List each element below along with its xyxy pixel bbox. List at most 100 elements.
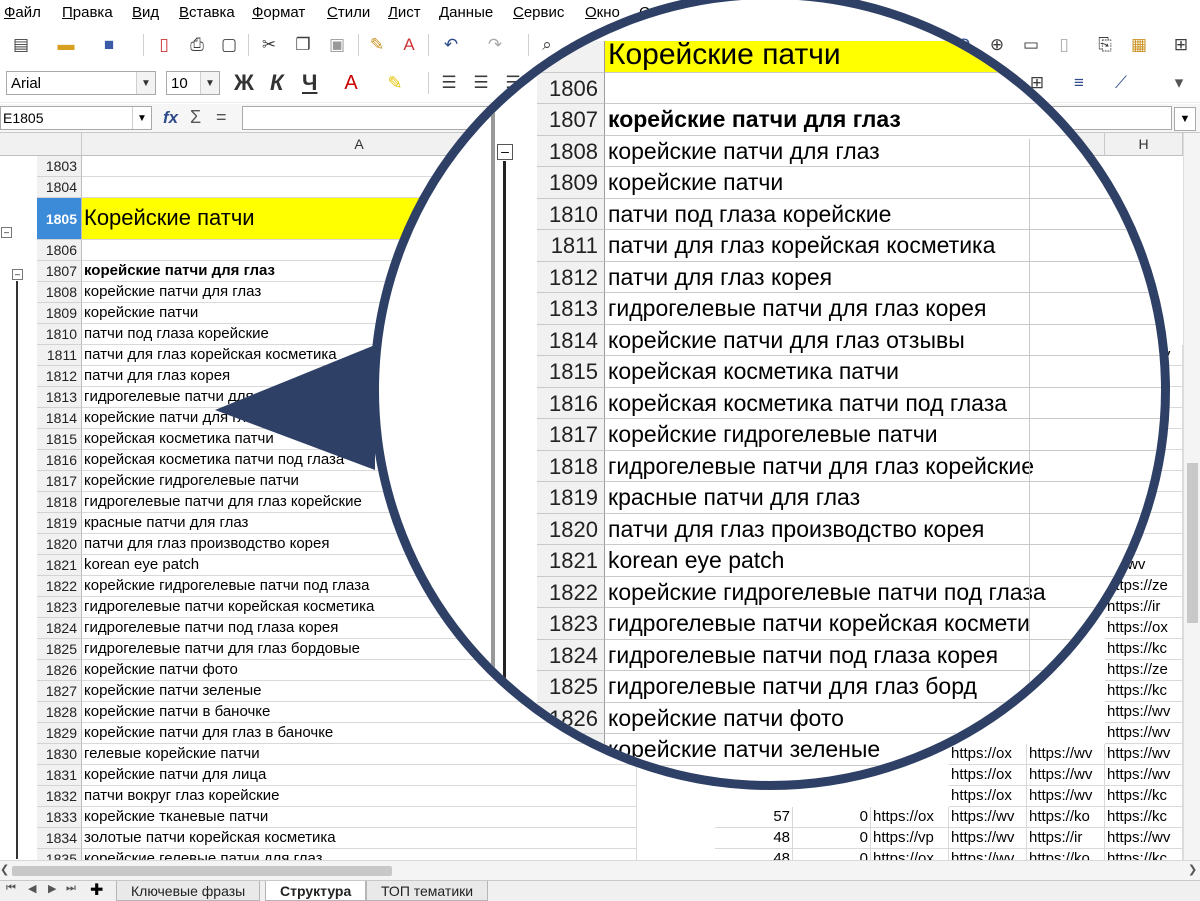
row-header[interactable]: 1819 <box>37 513 82 534</box>
row-header[interactable]: 1834 <box>37 828 82 849</box>
chevron-down-icon[interactable]: ▼ <box>200 72 219 94</box>
row-header[interactable]: 1824 <box>37 618 82 639</box>
menu-file[interactable]: Файл <box>4 4 41 21</box>
row-header[interactable]: 1822 <box>37 576 82 597</box>
scrollbar-thumb[interactable] <box>1187 463 1198 623</box>
cell-d[interactable]: 48 <box>715 828 793 849</box>
clone-formatting-icon[interactable]: ✎ <box>366 34 388 56</box>
horizontal-scrollbar[interactable]: ❮ ❯ <box>0 860 1200 881</box>
row-header[interactable]: 1832 <box>37 786 82 807</box>
save-icon[interactable]: ■ <box>98 34 120 56</box>
new-document-icon[interactable]: ▤ <box>10 34 32 56</box>
menu-styles[interactable]: Стили <box>327 4 370 21</box>
cell-h[interactable]: https://ko <box>1027 849 1105 860</box>
cell-g[interactable]: https://ox <box>949 765 1027 786</box>
cell-d[interactable]: 57 <box>715 807 793 828</box>
menu-format[interactable]: Формат <box>252 4 305 21</box>
undo-icon[interactable]: ↶ <box>440 34 462 56</box>
sum-icon[interactable]: Σ <box>190 107 201 128</box>
cell-f[interactable]: https://vp <box>871 828 949 849</box>
cell-a[interactable]: золотые патчи корейская косметика <box>82 828 637 849</box>
chevron-down-icon[interactable]: ▼ <box>132 107 151 129</box>
row-header[interactable]: 1820 <box>37 534 82 555</box>
cell-a[interactable]: корейские гелевые патчи для глаз <box>82 849 637 860</box>
cell-h[interactable]: https://wv <box>1027 786 1105 807</box>
cell-e[interactable]: 0 <box>793 828 871 849</box>
print-icon[interactable]: ⎙ <box>186 34 208 56</box>
row-header[interactable]: 1813 <box>37 387 82 408</box>
cell-i[interactable]: https://kc <box>1105 786 1183 807</box>
cell-a[interactable]: корейские патчи для лица <box>82 765 637 786</box>
sheet-tab-structure[interactable]: Структура <box>265 881 367 901</box>
add-sheet-icon[interactable]: ✚ <box>90 880 103 900</box>
row-header[interactable]: 1829 <box>37 723 82 744</box>
row-header[interactable]: 1833 <box>37 807 82 828</box>
cell-i[interactable]: https://kc <box>1105 807 1183 828</box>
row-header[interactable]: 1808 <box>37 282 82 303</box>
cell-a[interactable]: корейские тканевые патчи <box>82 807 637 828</box>
scroll-right-icon[interactable]: ❯ <box>1188 863 1197 876</box>
cell-d[interactable]: 48 <box>715 849 793 860</box>
row-header[interactable]: 1803 <box>37 156 82 177</box>
scrollbar-thumb[interactable] <box>12 866 392 876</box>
expand-formula-icon[interactable]: ▼ <box>1174 107 1196 131</box>
chevron-down-icon[interactable]: ▾ <box>1168 72 1190 94</box>
bold-button[interactable]: Ж <box>234 70 254 96</box>
chevron-down-icon[interactable]: ▼ <box>136 72 155 94</box>
cell-h[interactable]: https://ir <box>1027 828 1105 849</box>
scroll-left-icon[interactable]: ❮ <box>0 863 9 876</box>
row-header[interactable]: 1807 <box>37 261 82 282</box>
cell-g[interactable]: https://ox <box>949 786 1027 807</box>
row-header[interactable]: 1823 <box>37 597 82 618</box>
sheet-tab-keywords[interactable]: Ключевые фразы <box>116 881 261 901</box>
row-header[interactable]: 1831 <box>37 765 82 786</box>
name-box[interactable]: E1805 ▼ <box>0 106 152 130</box>
menu-sheet[interactable]: Лист <box>388 4 421 21</box>
first-sheet-icon[interactable]: ⏮ <box>6 882 16 895</box>
menu-edit[interactable]: Правка <box>62 4 113 21</box>
row-header[interactable]: 1821 <box>37 555 82 576</box>
cell-h[interactable]: https://ko <box>1027 807 1105 828</box>
cell-a[interactable]: патчи вокруг глаз корейские <box>82 786 637 807</box>
row-header[interactable]: 1835 <box>37 849 82 860</box>
cell-i[interactable]: https://wv <box>1105 765 1183 786</box>
italic-button[interactable]: К <box>270 70 284 96</box>
cell-i[interactable]: https://kc <box>1105 849 1183 860</box>
align-center-icon[interactable]: ☰ <box>470 72 492 94</box>
cut-icon[interactable]: ✂ <box>258 34 280 56</box>
row-header[interactable]: 1810 <box>37 324 82 345</box>
align-left-icon[interactable]: ☰ <box>438 72 460 94</box>
prev-sheet-icon[interactable]: ◀ <box>28 882 36 895</box>
highlight-color-icon[interactable]: ✎ <box>384 72 406 94</box>
row-header[interactable]: 1827 <box>37 681 82 702</box>
row-header[interactable]: 1826 <box>37 660 82 681</box>
vertical-scrollbar[interactable] <box>1183 133 1200 860</box>
cell-f[interactable]: https://ox <box>871 807 949 828</box>
select-all-corner[interactable] <box>37 133 82 155</box>
row-header[interactable]: 1812 <box>37 366 82 387</box>
font-name-box[interactable]: Arial ▼ <box>6 71 156 95</box>
cell-g[interactable]: https://wv <box>949 828 1027 849</box>
formula-icon[interactable]: = <box>216 107 227 128</box>
row-header[interactable]: 1806 <box>37 240 82 261</box>
row-header[interactable]: 1804 <box>37 177 82 198</box>
function-wizard-icon[interactable]: fx <box>163 108 178 128</box>
export-pdf-icon[interactable]: ▯ <box>153 34 175 56</box>
copy-icon[interactable]: ❐ <box>292 34 314 56</box>
menu-insert[interactable]: Вставка <box>179 4 235 21</box>
font-size-box[interactable]: 10 ▼ <box>166 71 220 95</box>
row-header[interactable]: 1830 <box>37 744 82 765</box>
row-header[interactable]: 1816 <box>37 450 82 471</box>
menu-data[interactable]: Данные <box>439 4 493 21</box>
cell-f[interactable]: https://ox <box>871 849 949 860</box>
row-header[interactable]: 1814 <box>37 408 82 429</box>
cell-g[interactable]: https://wv <box>949 849 1027 860</box>
row-header[interactable]: 1815 <box>37 429 82 450</box>
next-sheet-icon[interactable]: ▶ <box>48 882 56 895</box>
row-header[interactable]: 1805 <box>37 198 82 240</box>
row-header[interactable]: 1817 <box>37 471 82 492</box>
clear-formatting-icon[interactable]: A <box>398 34 420 56</box>
font-color-icon[interactable]: A <box>340 72 362 94</box>
split-window-icon[interactable]: ⊞ <box>1170 34 1192 56</box>
row-header[interactable]: 1828 <box>37 702 82 723</box>
